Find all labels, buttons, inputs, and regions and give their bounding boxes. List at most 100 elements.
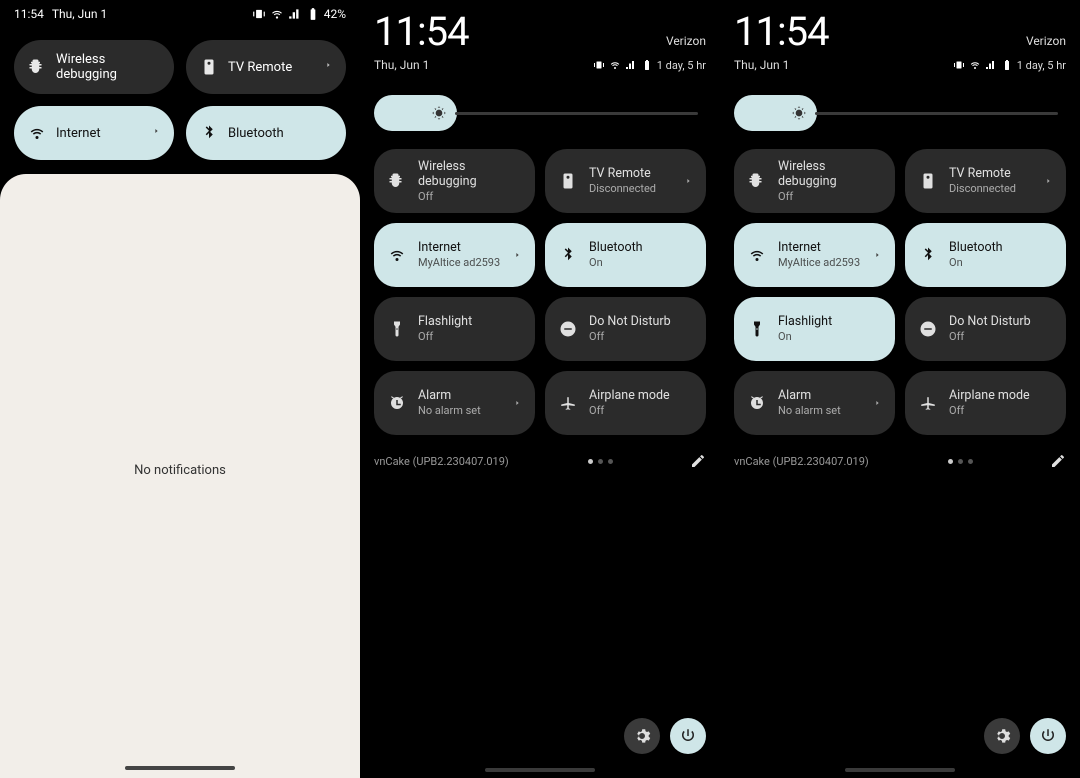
qs-tile-bluetooth[interactable]: BluetoothOn	[545, 223, 706, 287]
quick-tiles-row: Wireless debugging TV Remote Internet Bl…	[0, 26, 360, 174]
qs-tile-tv-remote[interactable]: TV RemoteDisconnected	[545, 149, 706, 213]
qs-tile-wireless-debugging[interactable]: Wireless debuggingOff	[374, 149, 535, 213]
wifi-icon	[388, 246, 406, 264]
qs-tile-bluetooth[interactable]: Bluetooth	[186, 106, 346, 160]
qs-carrier: Verizon	[666, 34, 706, 48]
battery-icon	[1001, 59, 1013, 71]
page-dot[interactable]	[948, 459, 953, 464]
qs-date: Thu, Jun 1	[734, 58, 789, 72]
qs-tile-wireless-debugging[interactable]: Wireless debuggingOff	[734, 149, 895, 213]
qs-tile-label: AlarmNo alarm set	[778, 388, 841, 417]
airplane-icon	[559, 394, 577, 412]
bluetooth-icon	[919, 246, 937, 264]
qs-tile-internet[interactable]: InternetMyAltice ad2593	[374, 223, 535, 287]
qs-tile-sub: Off	[418, 330, 472, 343]
qs-tile-sub: Disconnected	[949, 182, 1016, 195]
qs-tile-sub: Off	[589, 330, 671, 343]
page-dot[interactable]	[958, 459, 963, 464]
page-dot[interactable]	[588, 459, 593, 464]
qs-tile-alarm[interactable]: AlarmNo alarm set	[734, 371, 895, 435]
qs-tile-dnd[interactable]: Do Not DisturbOff	[905, 297, 1066, 361]
flashlight-icon	[748, 320, 766, 338]
chevron-right-icon	[874, 394, 881, 413]
qs-header: 11:54 Verizon Thu, Jun 1 1 day, 5 hr	[360, 0, 720, 75]
bug-icon	[748, 172, 766, 190]
qs-date: Thu, Jun 1	[374, 58, 429, 72]
notification-panel[interactable]: No notifications	[0, 174, 360, 778]
power-icon	[679, 727, 697, 745]
chevron-right-icon	[1045, 172, 1052, 191]
build-text: vnCake (UPB2.230407.019)	[374, 455, 509, 468]
brightness-slider[interactable]	[360, 75, 720, 139]
qs-tile-airplane[interactable]: Airplane modeOff	[545, 371, 706, 435]
qs-header: 11:54 Verizon Thu, Jun 1 1 day, 5 hr	[720, 0, 1080, 75]
page-indicator[interactable]	[893, 459, 1028, 464]
qs-tile-sub: No alarm set	[778, 404, 841, 417]
qs-tile-internet[interactable]: InternetMyAltice ad2593	[734, 223, 895, 287]
qs-tile-flashlight[interactable]: FlashlightOff	[374, 297, 535, 361]
qs-tile-tv-remote[interactable]: TV RemoteDisconnected	[905, 149, 1066, 213]
qs-tile-sub: Off	[589, 404, 670, 417]
qs-tile-label: InternetMyAltice ad2593	[778, 240, 860, 269]
qs-tile-label: AlarmNo alarm set	[418, 388, 481, 417]
page-dot[interactable]	[608, 459, 613, 464]
edit-tiles-button[interactable]	[676, 453, 706, 469]
chevron-right-icon	[325, 59, 332, 75]
qs-tile-label: Wireless debuggingOff	[418, 159, 521, 203]
settings-button[interactable]	[984, 718, 1020, 754]
qs-tile-label: FlashlightOn	[778, 314, 832, 343]
chevron-right-icon	[874, 246, 881, 265]
bug-icon	[28, 58, 46, 76]
brightness-fill[interactable]	[734, 95, 817, 131]
edit-tiles-button[interactable]	[1036, 453, 1066, 469]
brightness-icon	[791, 105, 807, 121]
qs-tile-sub: Off	[778, 190, 881, 203]
qs-tile-alarm[interactable]: AlarmNo alarm set	[374, 371, 535, 435]
qs-tile-label: BluetoothOn	[589, 240, 643, 269]
brightness-icon	[431, 105, 447, 121]
remote-icon	[919, 172, 937, 190]
brightness-track[interactable]	[455, 112, 698, 115]
qs-tile-label: TV RemoteDisconnected	[589, 166, 656, 195]
page-dot[interactable]	[598, 459, 603, 464]
qs-tile-dnd[interactable]: Do Not DisturbOff	[545, 297, 706, 361]
qs-tile-label: TV Remote	[228, 60, 292, 75]
edit-icon	[690, 453, 706, 469]
qs-tile-internet[interactable]: Internet	[14, 106, 174, 160]
brightness-track[interactable]	[815, 112, 1058, 115]
qs-tile-tv-remote[interactable]: TV Remote	[186, 40, 346, 94]
nav-handle[interactable]	[125, 766, 235, 770]
qs-tile-label: Internet	[56, 126, 101, 141]
settings-icon	[633, 727, 651, 745]
chevron-right-icon	[514, 246, 521, 265]
signal-icon	[288, 7, 302, 21]
qs-tile-sub: Off	[949, 404, 1030, 417]
power-button[interactable]	[670, 718, 706, 754]
nav-handle[interactable]	[845, 768, 955, 772]
qs-tile-label: Airplane modeOff	[949, 388, 1030, 417]
page-dot[interactable]	[968, 459, 973, 464]
page-indicator[interactable]	[533, 459, 668, 464]
qs-tile-label: Bluetooth	[228, 126, 284, 141]
bluetooth-icon	[200, 124, 218, 142]
qs-tile-flashlight[interactable]: FlashlightOn	[734, 297, 895, 361]
nav-handle[interactable]	[485, 768, 595, 772]
alarm-icon	[748, 394, 766, 412]
brightness-slider[interactable]	[720, 75, 1080, 139]
vibrate-icon	[593, 59, 605, 71]
qs-tile-wireless-debugging[interactable]: Wireless debugging	[14, 40, 174, 94]
qs-tile-sub: On	[778, 330, 832, 343]
qs-tile-label: Do Not DisturbOff	[589, 314, 671, 343]
power-icon	[1039, 727, 1057, 745]
flashlight-icon	[388, 320, 406, 338]
build-text: vnCake (UPB2.230407.019)	[734, 455, 869, 468]
qs-tile-label: TV RemoteDisconnected	[949, 166, 1016, 195]
qs-tile-label: InternetMyAltice ad2593	[418, 240, 500, 269]
remote-icon	[559, 172, 577, 190]
qs-tile-bluetooth[interactable]: BluetoothOn	[905, 223, 1066, 287]
qs-tile-airplane[interactable]: Airplane modeOff	[905, 371, 1066, 435]
quick-tiles-grid: Wireless debuggingOff TV RemoteDisconnec…	[360, 139, 720, 445]
power-button[interactable]	[1030, 718, 1066, 754]
settings-button[interactable]	[624, 718, 660, 754]
brightness-fill[interactable]	[374, 95, 457, 131]
